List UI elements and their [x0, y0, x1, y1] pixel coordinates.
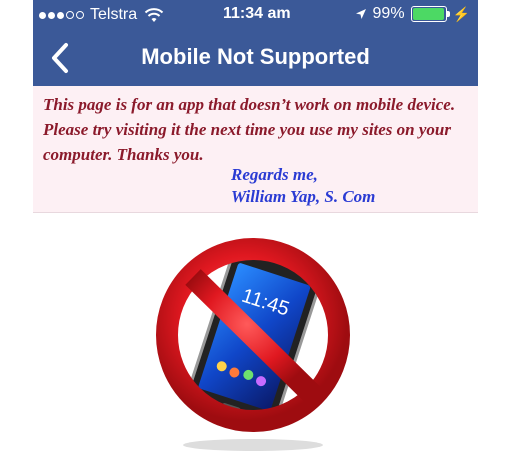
navigation-bar: Mobile Not Supported — [33, 30, 478, 86]
battery-icon — [410, 6, 450, 22]
location-arrow-icon — [355, 9, 366, 19]
wifi-icon — [144, 8, 164, 22]
carrier-name: Telstra — [90, 6, 138, 23]
battery-percent: 99% — [372, 5, 405, 22]
signal-dot — [57, 11, 64, 19]
signal-dot — [76, 11, 84, 19]
status-right: 99% ⚡ — [355, 5, 470, 23]
page-title: Mobile Not Supported — [141, 44, 370, 69]
signal-dot — [66, 11, 74, 19]
battery-fill — [412, 8, 445, 20]
charging-bolt-icon: ⚡ — [452, 5, 470, 22]
signal-dot — [48, 11, 55, 19]
signature-regards: Regards me, — [231, 165, 318, 184]
message-body: This page is for an app that doesn’t wor… — [43, 95, 456, 164]
carrier-signal: Telstra — [39, 6, 164, 24]
shadow — [183, 439, 323, 451]
signature-name: William Yap, S. Com — [231, 187, 376, 206]
signal-dot — [39, 11, 46, 19]
signature: Regards me, William Yap, S. Com — [231, 164, 375, 208]
signal-strength-icon — [39, 11, 86, 19]
mobile-screen: Telstra 11:34 am 99% ⚡ Mobile Not Suppor… — [33, 0, 478, 458]
status-bar: Telstra 11:34 am 99% ⚡ — [33, 0, 478, 30]
no-mobile-phone-icon: 11:45 — [156, 238, 350, 451]
message-panel: This page is for an app that doesn’t wor… — [33, 86, 478, 213]
status-time: 11:34 am — [223, 5, 291, 22]
